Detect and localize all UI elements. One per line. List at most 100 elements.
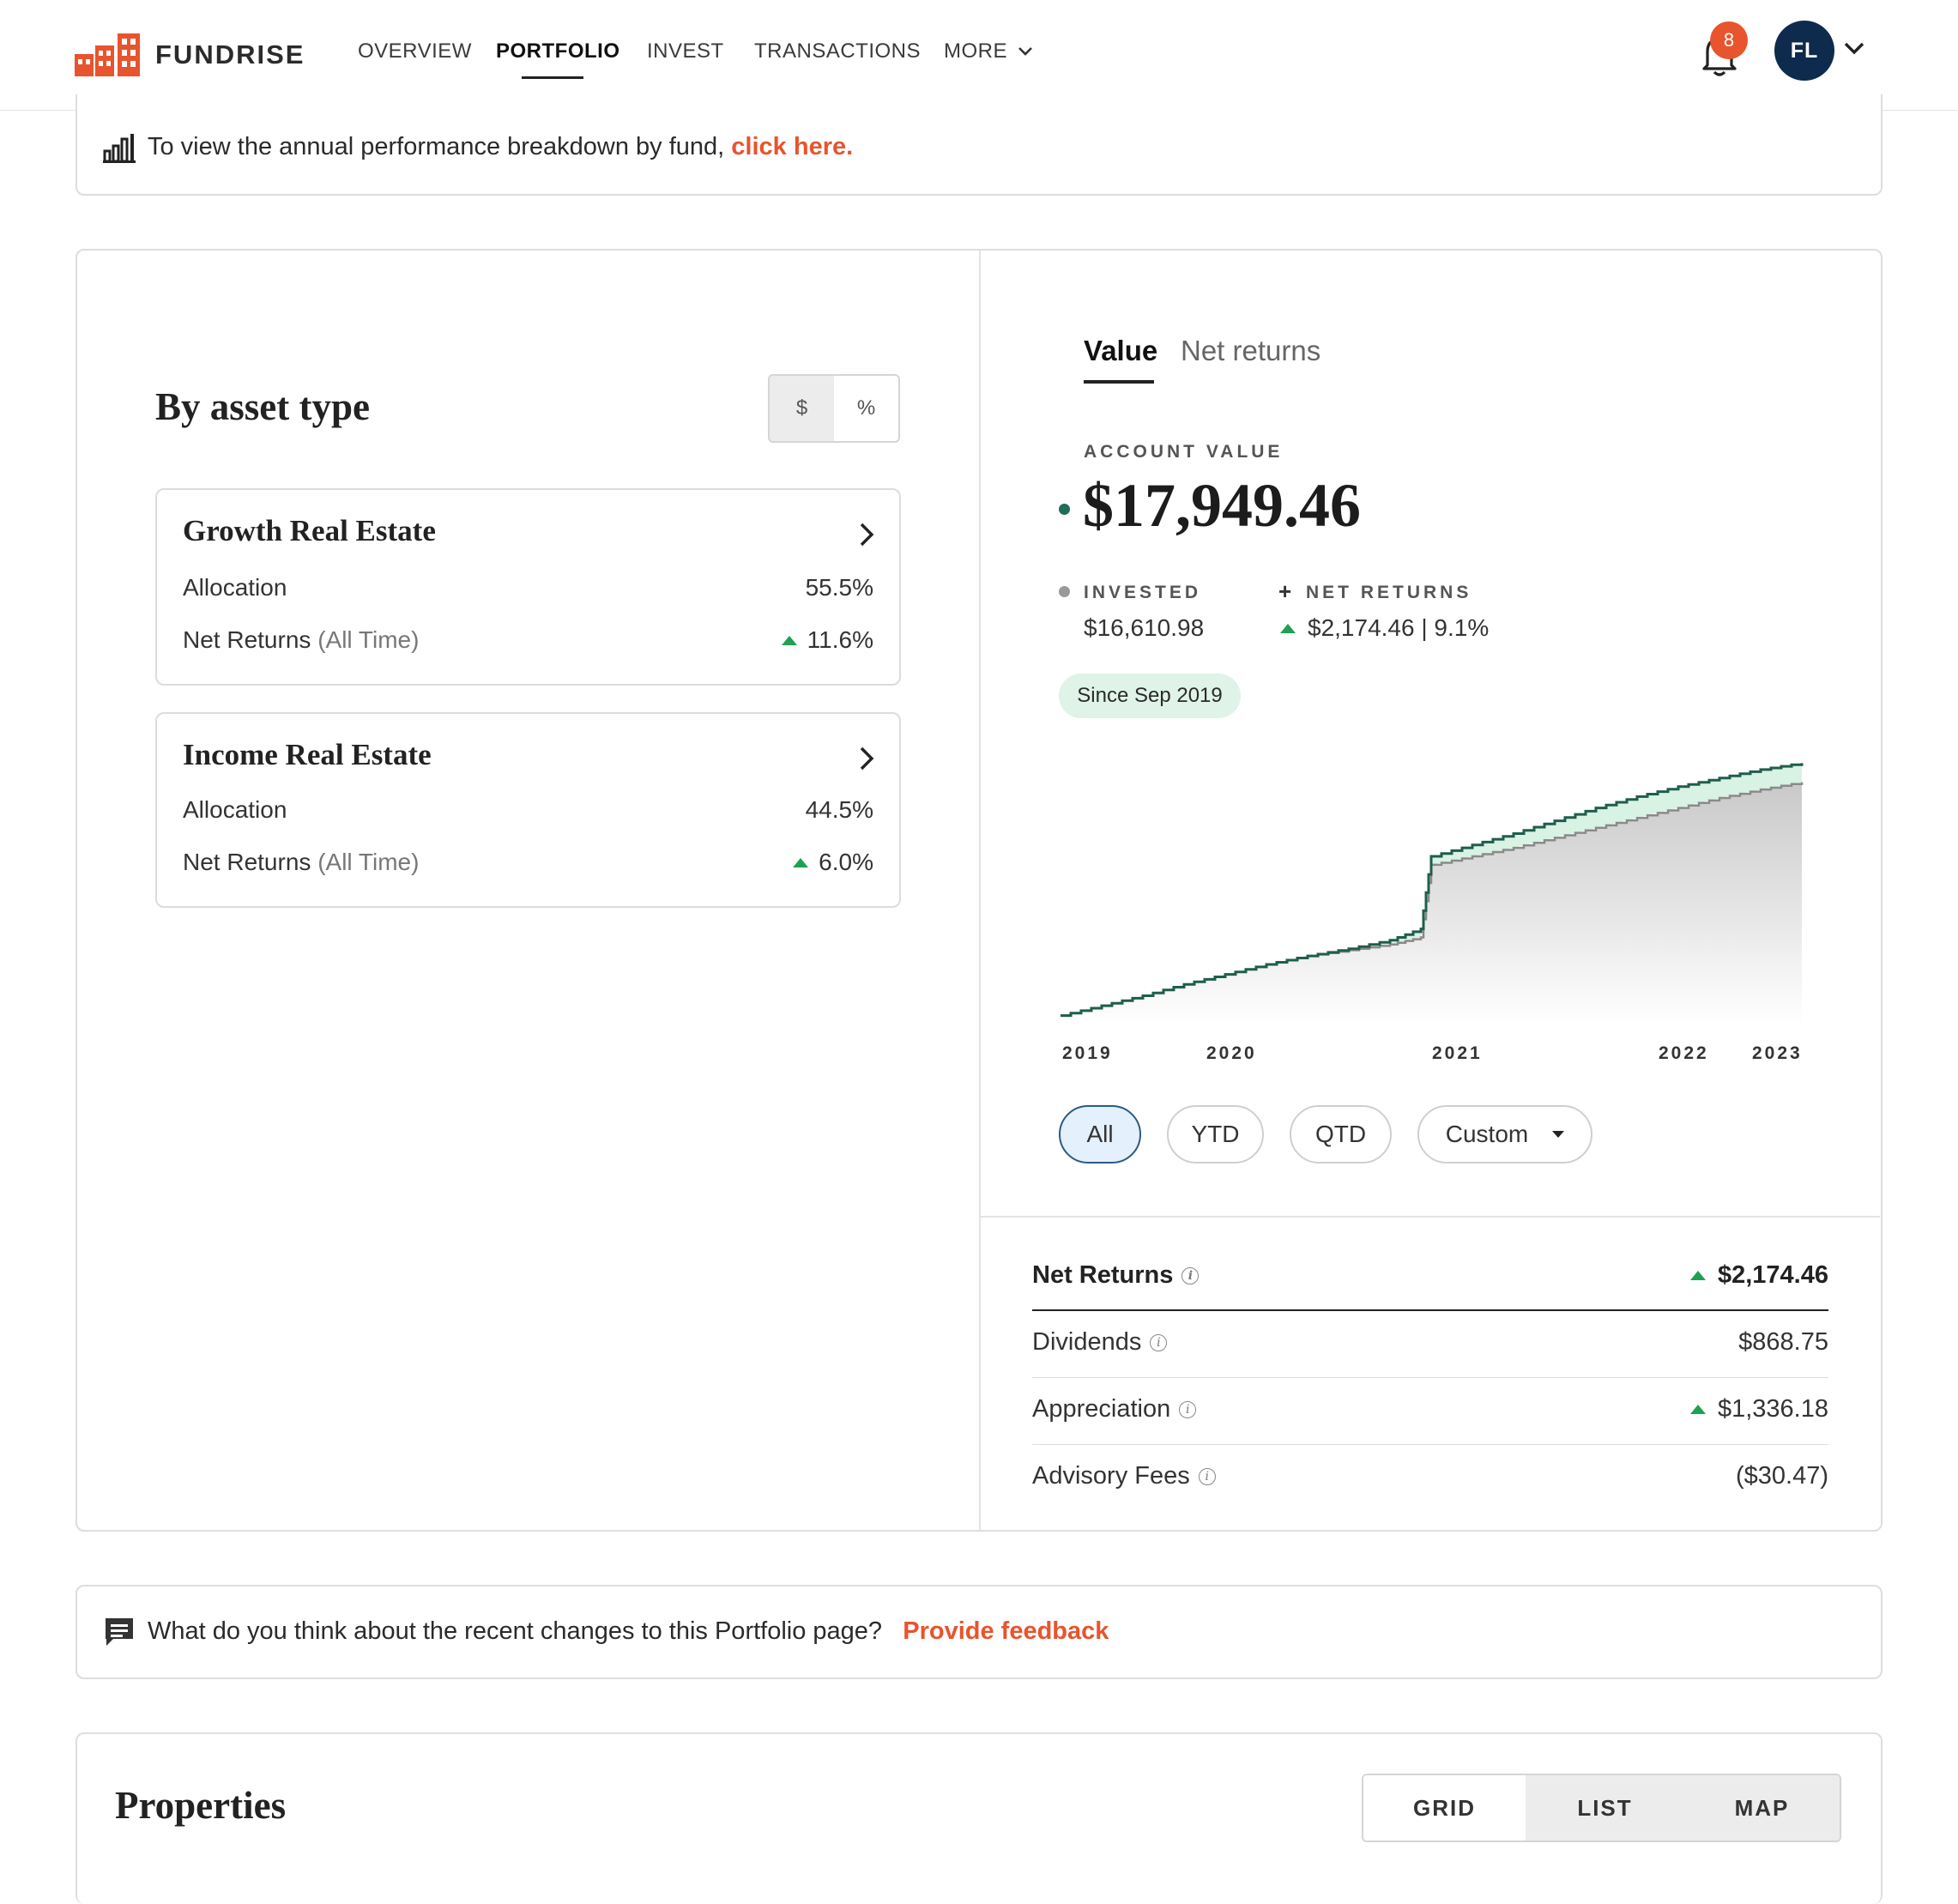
up-arrow-icon [1689, 1405, 1706, 1414]
nav-invest[interactable]: INVEST [647, 39, 724, 63]
stat-label-text: Net Returns [1032, 1261, 1174, 1289]
stat-row-appreciation: Appreciation i $1,336.18 [1032, 1378, 1828, 1445]
stats-divider [980, 1216, 1880, 1218]
chevron-right-icon [860, 523, 874, 547]
range-custom-dropdown[interactable]: Custom [1417, 1105, 1592, 1164]
asset-card-growth[interactable]: Growth Real Estate Allocation 55.5% Net … [155, 488, 901, 686]
stat-row-advisory-fees: Advisory Fees i ($30.47) [1032, 1445, 1828, 1512]
invested-dot [1059, 586, 1070, 597]
tab-net-returns[interactable]: Net returns [1181, 335, 1320, 367]
stat-value-text: $2,174.46 [1717, 1261, 1828, 1289]
allocation-label: Allocation [183, 574, 287, 601]
x-tick-label: 2020 [1206, 1043, 1257, 1063]
net-returns-summary-label: NET RETURNS [1306, 583, 1472, 602]
stat-label: Dividends i [1032, 1328, 1168, 1357]
nav-more[interactable]: MORE [944, 39, 1033, 63]
stat-label-text: Advisory Fees [1032, 1462, 1190, 1490]
provide-feedback-link[interactable]: Provide feedback [903, 1617, 1109, 1645]
account-value-chart [1061, 763, 1804, 1025]
properties-title: Properties [115, 1784, 287, 1827]
comment-icon [106, 1618, 133, 1646]
stat-label-text: Dividends [1032, 1328, 1142, 1356]
view-list-button[interactable]: LIST [1526, 1775, 1684, 1841]
toggle-dollar[interactable]: $ [770, 376, 834, 441]
stat-label: Net Returns i [1032, 1261, 1200, 1290]
info-icon[interactable]: i [1150, 1333, 1168, 1351]
notification-count-badge: 8 [1710, 21, 1748, 59]
stat-row-dividends: Dividends i $868.75 [1032, 1311, 1828, 1378]
up-arrow-icon [1280, 623, 1296, 633]
invested-label: INVESTED [1084, 583, 1202, 602]
view-map-button[interactable]: MAP [1684, 1775, 1840, 1841]
feedback-message: What do you think about the recent chang… [148, 1617, 1109, 1646]
net-returns-label: Net Returns (All Time) [183, 626, 419, 654]
active-tab-underline [1084, 380, 1154, 384]
stat-value: $1,336.18 [1689, 1395, 1828, 1423]
info-icon[interactable]: i [1181, 1266, 1200, 1284]
x-tick-label: 2022 [1659, 1043, 1709, 1063]
net-returns-label-text: Net Returns [183, 626, 311, 653]
allocation-value: 55.5% [805, 574, 873, 601]
info-icon[interactable]: i [1179, 1400, 1197, 1418]
account-value-dot [1059, 504, 1070, 515]
x-tick-label: 2019 [1062, 1043, 1113, 1063]
stat-label-text: Appreciation [1032, 1395, 1171, 1423]
banner-message: To view the annual performance breakdown… [148, 133, 853, 161]
up-arrow-icon [793, 857, 809, 867]
net-returns-period: (All Time) [317, 626, 420, 653]
asset-type-title: By asset type [155, 385, 370, 428]
brand-name: FUNDRISE [155, 39, 305, 70]
feedback-text: What do you think about the recent chang… [148, 1617, 883, 1645]
banner-text: To view the annual performance breakdown… [148, 133, 732, 160]
breakdown-link[interactable]: click here. [731, 133, 853, 160]
net-returns-summary-value: $2,174.46 | 9.1% [1308, 614, 1490, 641]
allocation-value: 44.5% [805, 796, 873, 823]
active-nav-underline [522, 76, 583, 79]
plus-icon: + [1278, 578, 1292, 604]
nav-transactions[interactable]: TRANSACTIONS [754, 39, 921, 63]
stat-value: ($30.47) [1735, 1462, 1828, 1490]
caret-down-icon [1552, 1131, 1565, 1138]
nav-more-label: MORE [944, 39, 1007, 63]
chevron-right-icon [860, 746, 874, 771]
tab-value[interactable]: Value [1084, 335, 1157, 367]
fundrise-logo[interactable]: FUNDRISE [75, 33, 305, 77]
account-value: $17,949.46 [1083, 471, 1361, 540]
properties-view-toggle: GRID LIST MAP [1362, 1774, 1841, 1842]
net-returns-label: Net Returns (All Time) [183, 849, 419, 876]
user-avatar[interactable]: FL [1774, 21, 1834, 81]
invested-value: $16,610.98 [1084, 614, 1205, 641]
net-returns-label-text: Net Returns [183, 849, 311, 875]
chevron-down-icon [1018, 47, 1032, 56]
allocation-label: Allocation [183, 796, 287, 823]
stat-value-text: $1,336.18 [1717, 1395, 1828, 1423]
asset-card-title: Growth Real Estate [183, 514, 436, 547]
view-grid-button[interactable]: GRID [1363, 1775, 1526, 1841]
stat-value: $868.75 [1738, 1328, 1828, 1356]
range-custom-label: Custom [1445, 1121, 1529, 1147]
asset-card-income[interactable]: Income Real Estate Allocation 44.5% Net … [155, 712, 901, 908]
asset-card-title: Income Real Estate [183, 738, 432, 771]
range-ytd-button[interactable]: YTD [1167, 1105, 1264, 1164]
account-chevron-down-icon[interactable] [1843, 41, 1865, 57]
info-icon[interactable]: i [1198, 1467, 1216, 1485]
panel-divider [979, 251, 981, 1530]
up-arrow-icon [781, 635, 797, 645]
account-value-label: ACCOUNT VALUE [1084, 442, 1284, 462]
nav-overview[interactable]: OVERVIEW [358, 39, 472, 63]
dollar-percent-toggle: $ % [768, 374, 900, 443]
range-all-button[interactable]: All [1059, 1105, 1141, 1164]
range-qtd-button[interactable]: QTD [1290, 1105, 1392, 1164]
since-date-pill: Since Sep 2019 [1059, 674, 1241, 718]
net-returns-value: 11.6% [781, 626, 873, 654]
net-returns-value-text: 11.6% [807, 626, 873, 653]
stat-value: $2,174.46 [1689, 1261, 1828, 1290]
toggle-percent[interactable]: % [834, 376, 898, 441]
buildings-logo-icon [75, 33, 140, 76]
stat-row-net-returns: Net Returns i $2,174.46 [1032, 1244, 1828, 1311]
x-tick-label: 2023 [1752, 1043, 1803, 1063]
nav-portfolio[interactable]: PORTFOLIO [496, 39, 620, 63]
stat-label: Advisory Fees i [1032, 1462, 1216, 1490]
stat-label: Appreciation i [1032, 1395, 1197, 1423]
net-returns-summary: $2,174.46 | 9.1% [1280, 614, 1489, 642]
